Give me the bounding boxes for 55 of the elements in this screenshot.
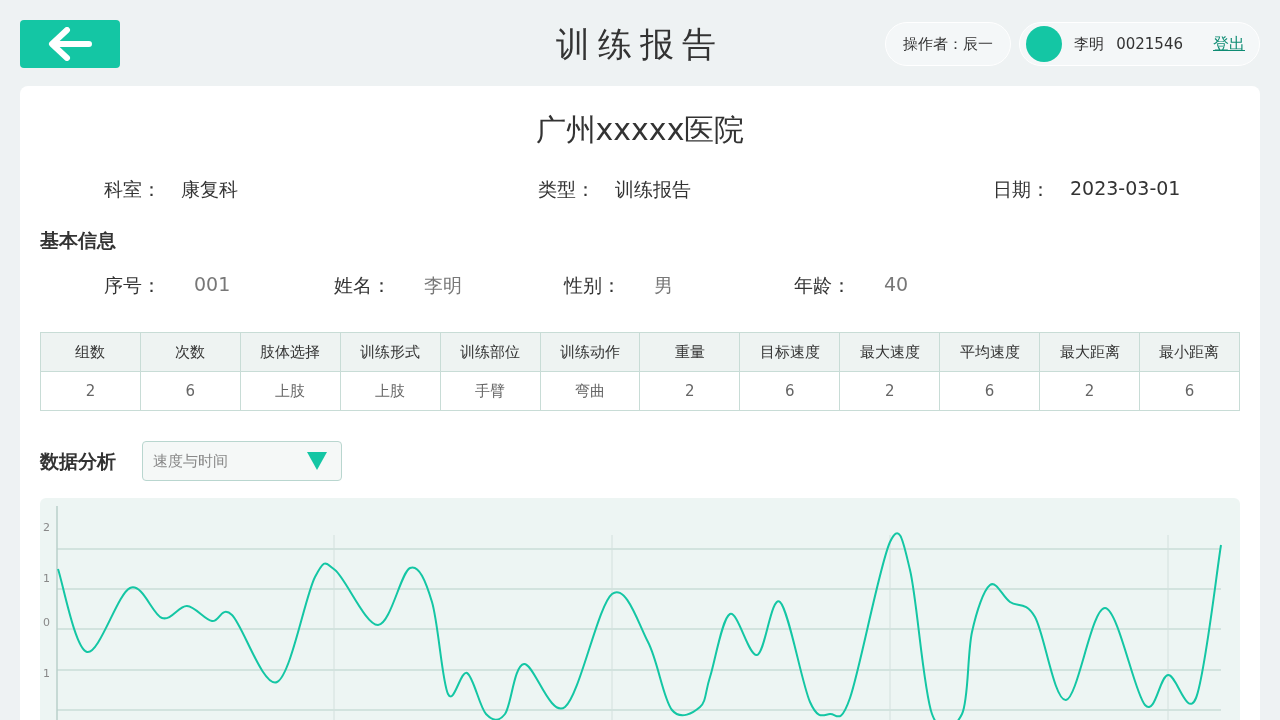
column-header: 平均速度	[939, 332, 1040, 372]
field-value: 40	[884, 273, 909, 297]
table-cell: 6	[739, 371, 840, 411]
field-label: 年龄：	[794, 273, 852, 298]
column-header: 最大速度	[839, 332, 940, 372]
column-header: 训练形式	[340, 332, 441, 372]
table-cell: 上肢	[340, 371, 441, 411]
field-label: 序号：	[104, 273, 162, 298]
field-label: 姓名：	[334, 273, 392, 298]
meta-label: 日期：	[993, 177, 1050, 202]
left-arrow-icon	[47, 27, 93, 61]
table-cell: 6	[140, 371, 241, 411]
page-title: 训练报告	[556, 23, 724, 66]
axis-label: 1	[43, 667, 50, 680]
table-cell: 上肢	[240, 371, 341, 411]
column-header: 次数	[140, 332, 241, 372]
meta-label: 类型：	[538, 177, 595, 202]
field-value: 001	[194, 273, 231, 297]
meta-value: 训练报告	[615, 177, 691, 202]
column-header: 组数	[40, 332, 141, 372]
field-label: 性别：	[564, 273, 622, 298]
column-header: 训练部位	[440, 332, 541, 372]
chart-type-dropdown[interactable]: 速度与时间	[142, 441, 342, 481]
dropdown-triangle-icon	[307, 452, 327, 470]
column-header: 目标速度	[739, 332, 840, 372]
table-cell: 2	[1039, 371, 1140, 411]
user-id: 0021546	[1116, 35, 1183, 53]
table-cell: 手臂	[440, 371, 541, 411]
column-header: 肢体选择	[240, 332, 341, 372]
table-cell: 弯曲	[540, 371, 640, 411]
operator-label: 操作者：辰一	[885, 22, 1012, 66]
avatar-icon	[1026, 26, 1063, 62]
column-header: 重量	[639, 332, 740, 372]
field-value: 男	[654, 273, 673, 298]
table-cell: 2	[639, 371, 740, 411]
hospital-name: 广州xxxxx医院	[534, 111, 746, 149]
meta-value: 2023-03-01	[1070, 177, 1181, 201]
column-header: 训练动作	[540, 332, 640, 372]
logout-link[interactable]: 登出	[1213, 33, 1245, 55]
meta-label: 科室：	[104, 177, 161, 202]
axis-label: 0	[43, 616, 50, 629]
meta-value: 康复科	[181, 177, 238, 202]
back-button[interactable]	[20, 20, 120, 68]
table-cell: 6	[939, 371, 1040, 411]
section-title: 基本信息	[40, 228, 117, 253]
column-header: 最大距离	[1039, 332, 1140, 372]
column-header: 最小距离	[1139, 332, 1240, 372]
table-cell: 2	[40, 371, 141, 411]
axis-label: 1	[43, 572, 50, 585]
user-name: 李明	[1074, 34, 1105, 54]
field-value: 李明	[424, 273, 462, 298]
section-title: 数据分析	[40, 449, 116, 474]
table-cell: 6	[1139, 371, 1240, 411]
table-cell: 2	[839, 371, 940, 411]
axis-label: 2	[43, 521, 50, 534]
